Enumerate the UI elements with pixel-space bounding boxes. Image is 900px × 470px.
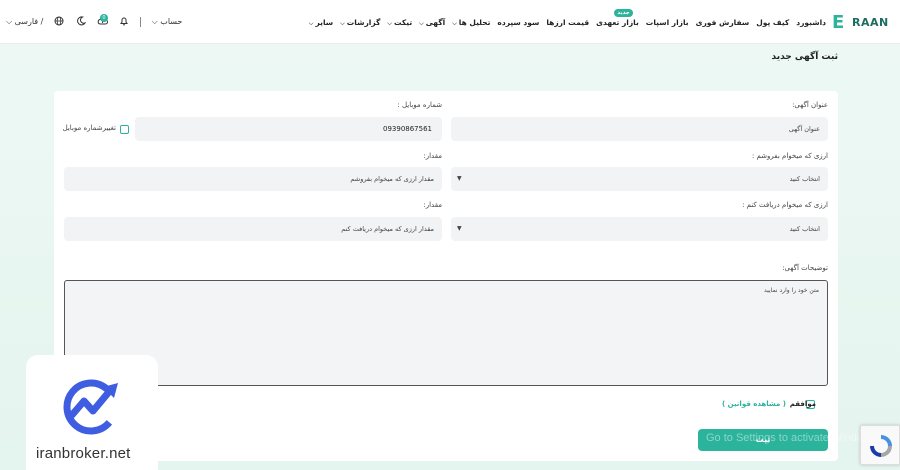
iranbroker-watermark: iranbroker.net [26,355,158,470]
nav-item-5[interactable]: قیمت ارزها [546,18,589,27]
change-mobile-label: تغییرشماره موبایل [62,124,116,132]
new-badge: جدید [614,9,633,17]
description-textarea[interactable]: متن خود را وارد نمایید [64,280,828,386]
recaptcha-badge[interactable] [860,425,900,465]
chevron-down-icon: ⌵ [452,20,457,27]
top-navbar: E RAAN داشبورد کیف پول سفارش فوری بازار اسپ… [0,0,900,44]
nav-item-label: تیکت [393,18,413,27]
nav-item-label: سایر [315,18,334,27]
nav-item-1[interactable]: کیف پول [756,18,789,27]
mobile-label: شماره موبایل : [397,101,442,109]
logo-name: RAAN [852,16,889,29]
description-label: توضیحات آگهی: [782,264,828,272]
dark-mode-icon[interactable] [75,16,87,27]
chevron-down-icon: ⌵ [340,20,345,27]
nav-item-label: گزارشات [346,18,381,27]
logo-ex: E [832,12,845,33]
chevron-down-icon: ⌵ [387,20,392,27]
notification-badge: 0 [100,14,108,22]
language-label: فارسی / [14,16,44,26]
sell-currency-label: ارزی که میخوام بفروشم : [751,152,828,160]
sell-amount-input[interactable]: مقدار ارزی که میخوام بفروشم [64,167,442,191]
bell-icon[interactable] [119,16,130,27]
iranbroker-logo-icon [63,379,119,435]
header-divider [140,16,142,27]
buy-amount-label: مقدار: [423,201,442,209]
buy-amount-input[interactable]: مقدار ارزی که میخوام دریافت کنم [64,217,442,241]
chevron-down-icon: ⌵ [308,20,314,27]
nav-item-7[interactable]: تحلیل ها⌵ [452,18,490,28]
buy-currency-label: ارزی که میخوام دریافت کنم : [742,201,828,209]
nav-item-9[interactable]: تیکت⌵ [387,18,412,28]
recaptcha-icon [870,435,892,457]
chevron-down-icon: ⌵ [6,16,13,26]
mobile-input[interactable]: 09390867561 [135,117,442,141]
chevron-down-icon: ⌵ [151,16,158,26]
nav-item-label: قیمت ارزها [546,18,590,27]
nav-item-label: آگهی [425,18,446,27]
nav-item-3[interactable]: بازار اسپات [646,18,689,27]
buy-currency-select[interactable]: انتخاب کنید ▼ [451,217,828,241]
caret-down-icon: ▼ [457,225,462,232]
language-selector[interactable]: ⌵ فارسی / [6,17,43,27]
nav-item-0[interactable]: داشبورد [796,18,826,27]
nav-item-label: بازار اسپات [645,18,689,27]
buy-currency-value: انتخاب کنید [789,225,820,233]
ad-title-input[interactable]: عنوان آگهی [451,117,828,141]
nav-item-2[interactable]: سفارش فوری [696,18,750,27]
nav-item-6[interactable]: سود سپرده [497,18,539,27]
nav-item-11[interactable]: سایر⌵ [309,18,333,28]
ad-title-label: عنوان آگهی: [792,101,828,109]
globe-icon[interactable] [54,16,65,27]
sell-currency-value: انتخاب کنید [789,175,820,183]
nav-item-label: داشبورد [796,18,826,27]
ad-form-card: عنوان آگهی: عنوان آگهی شماره موبایل : 09… [54,91,838,461]
nav-item-label: سود سپرده [497,18,540,27]
nav-item-label: تحلیل ها [458,18,491,27]
header-tools: ⌵ فارسی / ⌵ حساب [6,16,190,30]
change-mobile-checkbox[interactable] [120,125,129,134]
sell-currency-select[interactable]: انتخاب کنید ▼ [451,167,828,191]
account-menu[interactable]: ⌵ حساب [152,17,183,27]
main-nav: داشبورد کیف پول سفارش فوری بازار اسپات بازار… [302,9,826,30]
nav-item-label: بازار تعهدی [596,18,639,27]
nav-item-10[interactable]: گزارشات⌵ [340,18,380,28]
nav-item-label: سفارش فوری [695,18,750,27]
chevron-down-icon: ⌵ [419,20,424,27]
caret-down-icon: ▼ [457,175,462,182]
account-label: حساب [160,16,183,26]
view-rules-link[interactable]: ( مشاهده قوانین ) [722,400,786,408]
windows-activation-watermark: Go to Settings to activate Windows. [706,432,880,444]
nav-item-label: کیف پول [756,18,790,27]
page-title: ثبت آگهی جدید [771,52,838,62]
exraan-logo[interactable]: E RAAN [832,12,892,34]
nav-item-4[interactable]: بازار تعهدی جدید [596,9,639,27]
sell-amount-label: مقدار: [423,152,442,160]
iranbroker-site-text: iranbroker.net [36,445,131,462]
agree-label: موافقم [789,400,816,408]
nav-item-8[interactable]: آگهی⌵ [419,18,445,28]
